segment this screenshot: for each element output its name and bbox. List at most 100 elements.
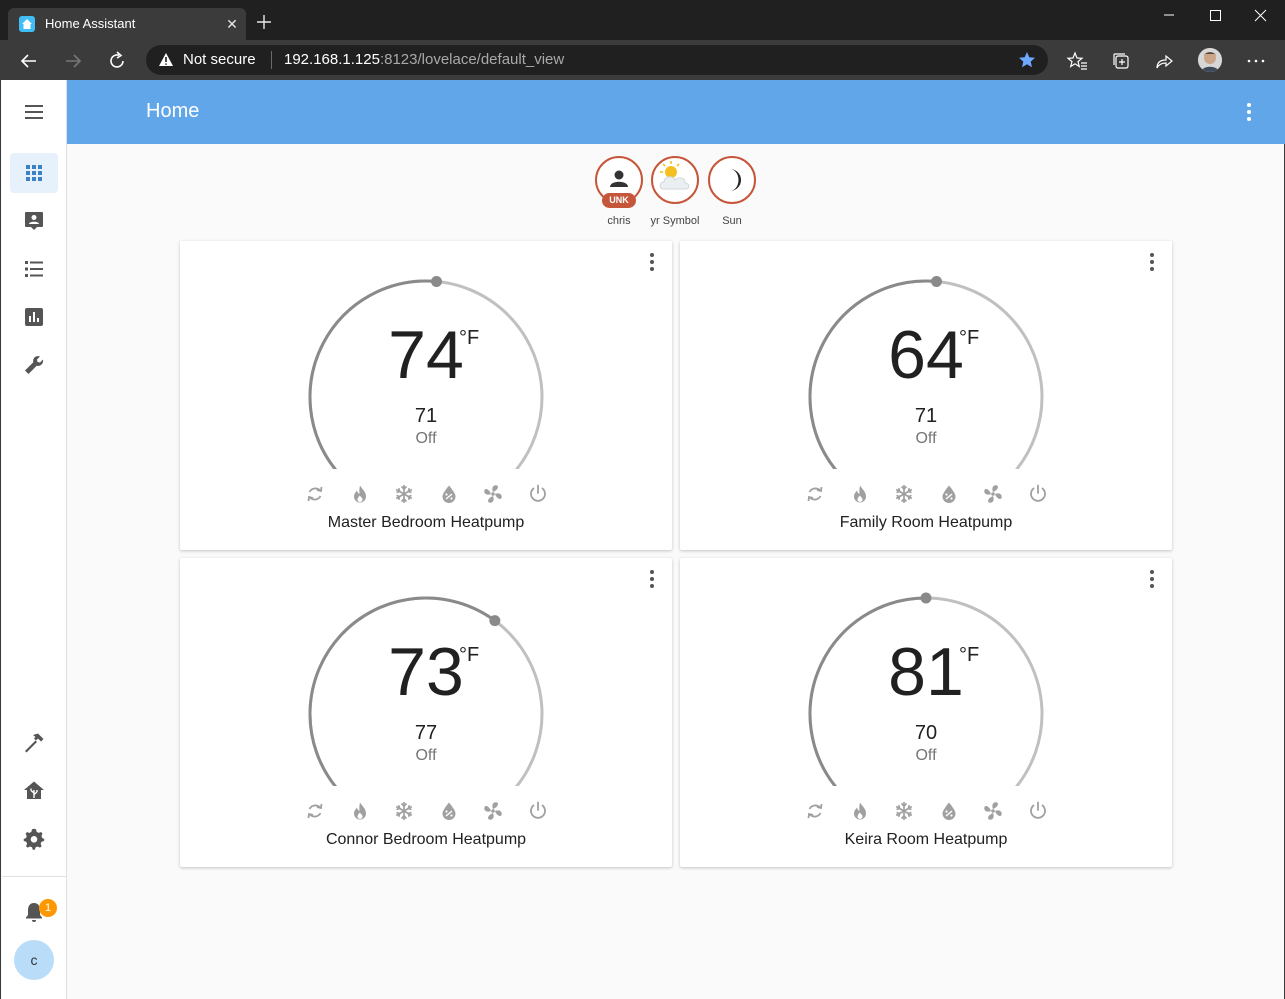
auto-icon bbox=[307, 486, 323, 502]
tab-close-icon[interactable]: ✕ bbox=[222, 14, 242, 34]
url-path: :8123/lovelace/default_view bbox=[379, 51, 565, 68]
logbook-icon bbox=[25, 261, 43, 277]
current-temperature-value: 64 bbox=[888, 317, 964, 393]
mode-auto-button[interactable] bbox=[804, 483, 826, 505]
sidebar-item-configuration[interactable] bbox=[10, 345, 58, 385]
maximize-icon[interactable] bbox=[1200, 4, 1230, 28]
dial-setpoint-handle[interactable] bbox=[931, 275, 943, 287]
sidebar-item-logbook[interactable] bbox=[10, 249, 58, 289]
security-label[interactable]: Not secure bbox=[183, 51, 256, 68]
current-temperature: 73 °F bbox=[180, 638, 672, 706]
sidebar-item-developer-tools[interactable] bbox=[10, 723, 58, 763]
fan-icon bbox=[984, 802, 1002, 820]
mode-heat-button[interactable] bbox=[849, 800, 871, 822]
card-overflow-menu-icon[interactable] bbox=[643, 251, 661, 273]
warning-icon[interactable] bbox=[158, 52, 174, 72]
mode-dry-button[interactable] bbox=[438, 483, 460, 505]
hvac-state: Off bbox=[915, 747, 937, 764]
thermostat-name: Family Room Heatpump bbox=[839, 514, 1013, 531]
mode-dry-button[interactable] bbox=[938, 483, 960, 505]
header-overflow-menu-icon[interactable] bbox=[1237, 100, 1261, 124]
browser-titlebar: Home Assistant ✕ bbox=[0, 0, 1285, 40]
dial-setpoint-handle[interactable] bbox=[489, 615, 501, 627]
user-avatar[interactable]: c bbox=[14, 940, 54, 980]
favorites-icon[interactable] bbox=[1066, 50, 1088, 72]
sidebar-divider bbox=[2, 876, 67, 877]
back-icon[interactable] bbox=[16, 48, 42, 74]
power-icon bbox=[1029, 484, 1046, 502]
mode-off-button[interactable] bbox=[1027, 800, 1049, 822]
favorite-star-icon[interactable] bbox=[1017, 50, 1037, 75]
temperature-unit: °F bbox=[459, 327, 480, 349]
mode-dry-button[interactable] bbox=[938, 800, 960, 822]
mode-off-button[interactable] bbox=[1027, 483, 1049, 505]
new-tab-icon[interactable] bbox=[254, 12, 274, 32]
thermostat-name: Keira Room Heatpump bbox=[844, 831, 1008, 848]
badge-circle bbox=[651, 156, 699, 204]
moon-icon bbox=[730, 169, 741, 191]
thermostat-name: Master Bedroom Heatpump bbox=[327, 514, 525, 531]
current-temperature: 81 °F bbox=[680, 638, 1172, 706]
forward-icon[interactable] bbox=[60, 48, 86, 74]
reload-icon[interactable] bbox=[104, 48, 130, 74]
url-text[interactable]: 192.168.1.125:8123/lovelace/default_view bbox=[284, 51, 564, 68]
sidebar-item-supervisor[interactable] bbox=[10, 771, 58, 811]
mode-auto-button[interactable] bbox=[804, 800, 826, 822]
browser-toolbar: Not secure 192.168.1.125:8123/lovelace/d… bbox=[0, 40, 1285, 80]
hvac-mode-bar bbox=[304, 483, 554, 505]
mode-dry-button[interactable] bbox=[438, 800, 460, 822]
mode-heat-button[interactable] bbox=[349, 483, 371, 505]
thermostat-card-1: 74 °F 71 Off Master Bedroom Heatpump bbox=[180, 241, 672, 550]
supervisor-icon bbox=[24, 781, 44, 799]
mode-fan-button[interactable] bbox=[482, 483, 504, 505]
heat-icon bbox=[353, 802, 366, 820]
mode-auto-button[interactable] bbox=[304, 800, 326, 822]
app-header: Home bbox=[67, 80, 1285, 144]
card-overflow-menu-icon[interactable] bbox=[643, 568, 661, 590]
mode-auto-button[interactable] bbox=[304, 483, 326, 505]
mode-cool-button[interactable] bbox=[393, 483, 415, 505]
sidebar-item-overview[interactable] bbox=[10, 153, 58, 193]
mode-cool-button[interactable] bbox=[393, 800, 415, 822]
sidebar-item-settings[interactable] bbox=[10, 819, 58, 859]
power-icon bbox=[1029, 801, 1046, 819]
share-icon[interactable] bbox=[1153, 50, 1175, 72]
mode-fan-button[interactable] bbox=[982, 483, 1004, 505]
power-icon bbox=[529, 484, 546, 502]
dial-setpoint-handle[interactable] bbox=[431, 275, 443, 287]
current-temperature: 64 °F bbox=[680, 321, 1172, 389]
mode-fan-button[interactable] bbox=[982, 800, 1004, 822]
temperature-unit: °F bbox=[459, 644, 480, 666]
card-overflow-menu-icon[interactable] bbox=[1143, 251, 1161, 273]
address-bar[interactable]: Not secure 192.168.1.125:8123/lovelace/d… bbox=[146, 45, 1048, 75]
mode-off-button[interactable] bbox=[527, 483, 549, 505]
profile-avatar[interactable] bbox=[1198, 48, 1222, 72]
sidebar-item-history[interactable] bbox=[10, 297, 58, 337]
mode-heat-button[interactable] bbox=[849, 483, 871, 505]
configuration-wrench-icon bbox=[25, 356, 44, 374]
hvac-mode-bar bbox=[304, 800, 554, 822]
card-overflow-menu-icon[interactable] bbox=[1143, 568, 1161, 590]
browser-tab[interactable]: Home Assistant ✕ bbox=[8, 8, 246, 40]
thermostat-card-2: 64 °F 71 Off Family Room Heatpump bbox=[680, 241, 1172, 550]
page-title: Home bbox=[146, 100, 200, 122]
hvac-mode-bar bbox=[804, 800, 1054, 822]
menu-hamburger-icon[interactable] bbox=[22, 100, 46, 124]
close-window-icon[interactable] bbox=[1246, 4, 1276, 28]
more-options-icon[interactable] bbox=[1245, 50, 1267, 72]
minimize-icon[interactable] bbox=[1154, 4, 1184, 28]
badge-state-pill: UNK bbox=[602, 193, 636, 208]
mode-heat-button[interactable] bbox=[349, 800, 371, 822]
tab-title: Home Assistant bbox=[45, 16, 136, 31]
current-temperature: 74 °F bbox=[180, 321, 672, 389]
dial-setpoint-handle[interactable] bbox=[920, 592, 932, 604]
mode-cool-button[interactable] bbox=[893, 483, 915, 505]
sidebar-item-map[interactable] bbox=[10, 201, 58, 241]
hvac-mode-bar bbox=[804, 483, 1054, 505]
collections-icon[interactable] bbox=[1110, 50, 1132, 72]
overview-grid-icon bbox=[26, 165, 42, 181]
mode-off-button[interactable] bbox=[527, 800, 549, 822]
mode-fan-button[interactable] bbox=[482, 800, 504, 822]
mode-cool-button[interactable] bbox=[893, 800, 915, 822]
fan-icon bbox=[484, 802, 502, 820]
